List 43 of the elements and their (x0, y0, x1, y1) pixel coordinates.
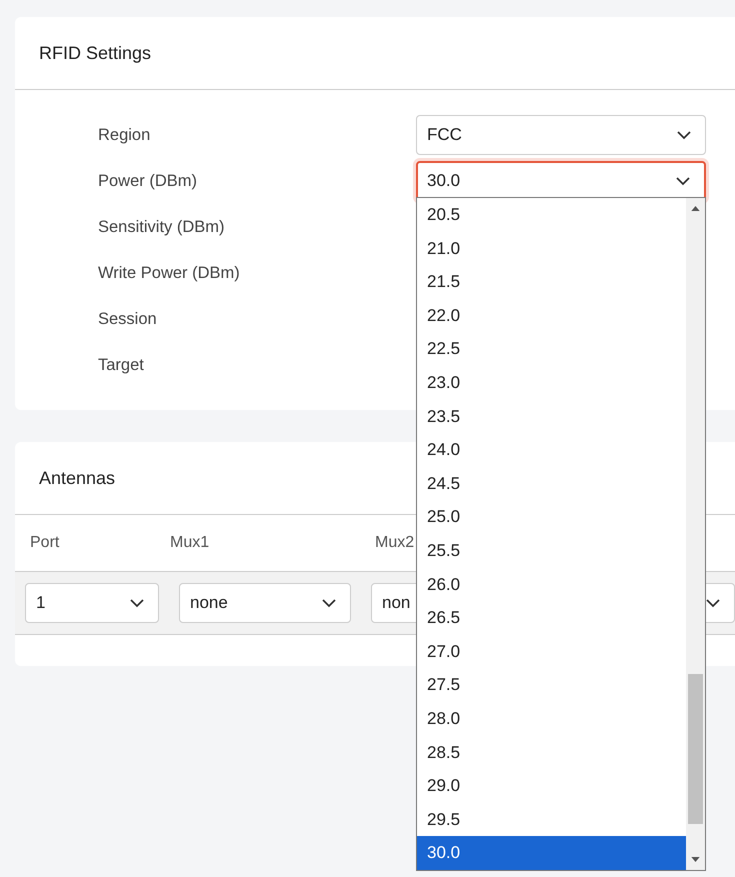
scroll-up-icon[interactable] (691, 206, 700, 211)
select-field[interactable]: 1 (25, 583, 159, 623)
dropdown-option[interactable]: 26.5 (417, 601, 686, 635)
chevron-down-icon (677, 130, 691, 140)
dropdown-option[interactable]: 24.5 (417, 466, 686, 500)
dropdown-option[interactable]: 23.0 (417, 366, 686, 400)
dropdown-option[interactable]: 28.0 (417, 702, 686, 736)
dropdown-option[interactable]: 28.5 (417, 736, 686, 770)
dropdown-option[interactable]: 20.5 (417, 198, 686, 232)
dropdown-option[interactable]: 21.5 (417, 265, 686, 299)
card-title: RFID Settings (39, 42, 152, 65)
dropdown-option[interactable]: 25.0 (417, 500, 686, 534)
chevron-down-icon (130, 598, 144, 608)
dropdown-option[interactable]: 27.0 (417, 634, 686, 668)
column-header: Mux2 (375, 534, 414, 551)
field-label: Session (98, 308, 158, 330)
dropdown-option[interactable]: 25.5 (417, 534, 686, 568)
field-label: Sensitivity (DBm) (98, 216, 226, 238)
scroll-down-icon[interactable] (691, 857, 700, 862)
chevron-down-icon (322, 598, 336, 608)
dropdown-option[interactable]: 22.0 (417, 298, 686, 332)
dropdown-option[interactable]: 30.0 (417, 836, 686, 870)
scrollbar[interactable] (686, 198, 705, 870)
select-field[interactable]: FCC (416, 115, 706, 155)
chevron-down-icon (706, 598, 720, 608)
chevron-down-icon (676, 176, 690, 186)
dropdown-option[interactable]: 22.5 (417, 332, 686, 366)
dropdown-option[interactable]: 29.5 (417, 802, 686, 836)
dropdown-option[interactable]: 27.5 (417, 668, 686, 702)
dropdown-option[interactable]: 29.0 (417, 769, 686, 803)
dropdown-option[interactable]: 21.0 (417, 232, 686, 266)
field-label: Region (98, 124, 152, 146)
dropdown-option[interactable]: 24.0 (417, 433, 686, 467)
column-header: Port (30, 534, 60, 551)
field-label: Target (98, 354, 145, 376)
card-title: Antennas (39, 466, 116, 490)
scrollbar-thumb[interactable] (688, 674, 703, 824)
dropdown-option[interactable]: 26.0 (417, 568, 686, 602)
column-header: Mux1 (170, 534, 210, 551)
select-field[interactable]: none (179, 583, 351, 623)
field-label: Write Power (DBm) (98, 262, 241, 284)
field-label: Power (DBm) (98, 170, 198, 192)
dropdown-option[interactable]: 23.5 (417, 400, 686, 434)
